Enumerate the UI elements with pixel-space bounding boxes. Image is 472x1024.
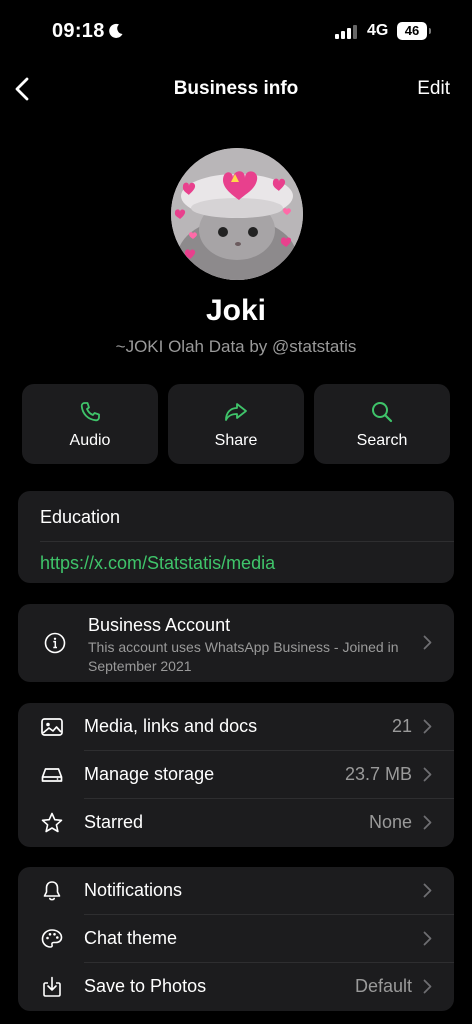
media-settings-card: Media, links and docs 21 Manage storage …: [18, 703, 454, 847]
chat-settings-card: Notifications Chat theme Save to Photos …: [18, 867, 454, 1011]
audio-label: Audio: [69, 432, 111, 449]
row-label: Media, links and docs: [84, 716, 258, 736]
save-to-photos-row[interactable]: Save to Photos Default: [18, 963, 454, 1011]
star-icon: [41, 812, 63, 833]
status-bar: 09:18 4G 46: [0, 0, 472, 64]
contact-subtitle: ~JOKI Olah Data by @statstatis: [115, 337, 357, 356]
chevron-right-icon: [423, 815, 432, 830]
avatar[interactable]: [171, 148, 303, 280]
manage-storage-row[interactable]: Manage storage 23.7 MB: [18, 751, 454, 799]
info-icon: [44, 632, 66, 654]
row-value: Default: [354, 976, 412, 996]
row-value: None: [368, 812, 412, 832]
notifications-row[interactable]: Notifications: [18, 867, 454, 915]
starred-row[interactable]: Starred None: [18, 799, 454, 847]
action-buttons: Audio Share Search: [22, 384, 450, 464]
image-icon: [41, 718, 63, 736]
bell-icon: [43, 881, 61, 901]
share-arrow-icon: [225, 403, 247, 421]
chevron-right-icon: [423, 635, 432, 650]
storage-icon: [41, 768, 63, 782]
business-account-description: This account uses WhatsApp Business - Jo…: [88, 639, 399, 674]
share-button[interactable]: Share: [168, 384, 304, 464]
row-value: 21: [391, 716, 412, 736]
search-label: Search: [356, 432, 408, 449]
share-label: Share: [214, 432, 258, 449]
search-button[interactable]: Search: [314, 384, 450, 464]
palette-icon: [41, 929, 63, 948]
divider: [40, 541, 454, 542]
battery-icon: 46: [397, 22, 431, 40]
save-download-icon: [43, 976, 61, 997]
network-type: 4G: [367, 22, 389, 39]
search-icon: [372, 402, 393, 423]
moon-icon: [109, 23, 123, 38]
chevron-right-icon: [423, 883, 432, 898]
audio-button[interactable]: Audio: [22, 384, 158, 464]
business-account-card[interactable]: Business Account This account uses Whats…: [18, 604, 454, 682]
row-label: Manage storage: [84, 764, 215, 784]
business-account-title: Business Account: [88, 615, 231, 635]
edit-button[interactable]: Edit: [417, 78, 450, 100]
page-title: Business info: [173, 78, 299, 99]
contact-name: Joki: [205, 294, 267, 327]
row-label: Notifications: [84, 880, 183, 900]
phone-icon: [80, 402, 100, 422]
chevron-right-icon: [423, 767, 432, 782]
avatar-cat-image: [171, 148, 303, 280]
nav-bar: Business info Edit: [0, 64, 472, 114]
media-links-docs-row[interactable]: Media, links and docs 21: [18, 703, 454, 751]
education-card: Education https://x.com/Statstatis/media: [18, 491, 454, 583]
chevron-right-icon: [423, 979, 432, 994]
chevron-right-icon: [423, 931, 432, 946]
signal-icon: [335, 25, 357, 39]
row-value: 23.7 MB: [344, 764, 412, 784]
education-label: Education: [40, 507, 121, 527]
row-label: Starred: [84, 812, 144, 832]
education-link[interactable]: https://x.com/Statstatis/media: [40, 553, 275, 574]
row-label: Save to Photos: [84, 976, 207, 996]
chevron-right-icon: [423, 719, 432, 734]
status-time: 09:18: [52, 20, 105, 42]
row-label: Chat theme: [84, 928, 178, 948]
chat-theme-row[interactable]: Chat theme: [18, 915, 454, 963]
